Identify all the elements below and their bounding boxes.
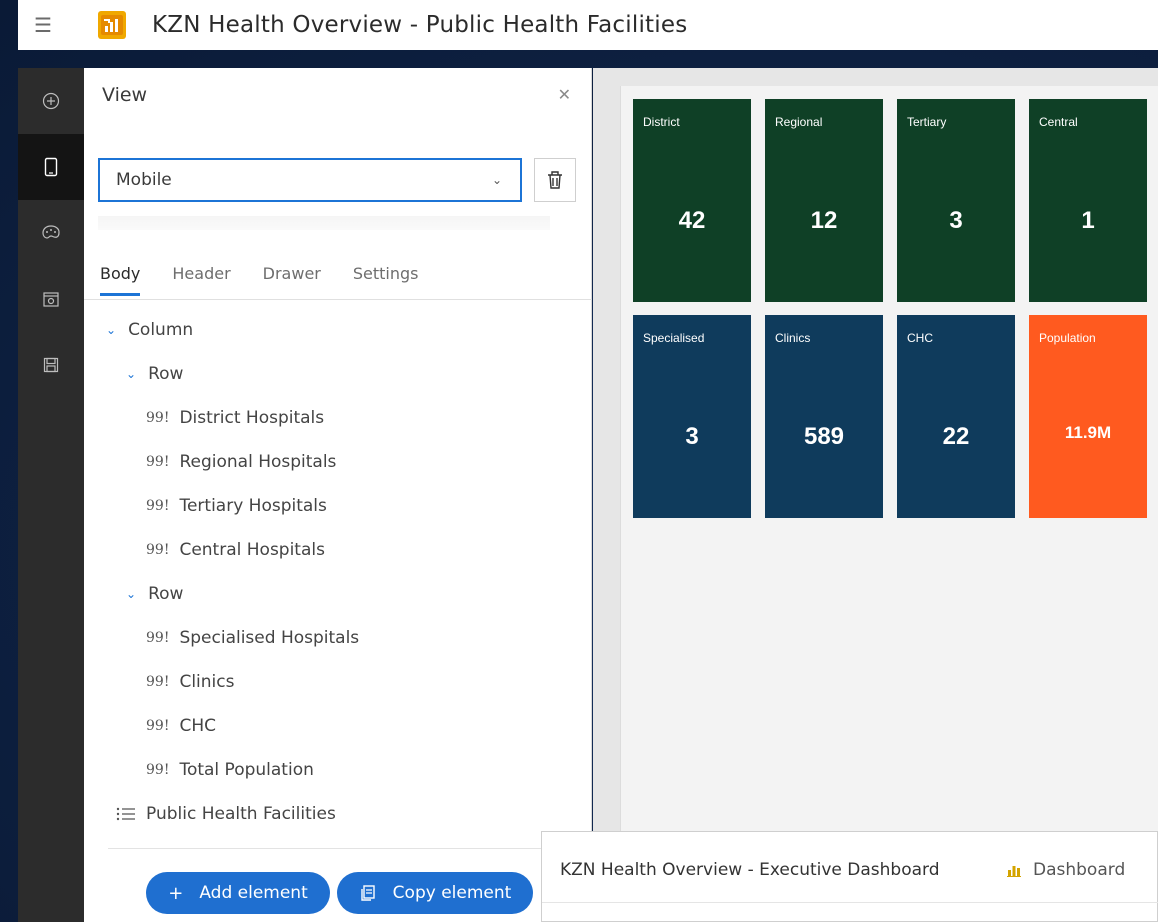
tile-label: Regional — [775, 115, 823, 129]
tile-value: 3 — [685, 423, 699, 450]
tile-label: Specialised — [643, 331, 705, 345]
mobile-icon — [44, 157, 58, 177]
tile-label: Population — [1039, 331, 1096, 345]
rail-preview[interactable] — [18, 266, 84, 332]
rail-add[interactable] — [18, 68, 84, 134]
window-title: KZN Health Overview - Executive Dashboar… — [560, 860, 940, 880]
delete-view-button[interactable] — [534, 158, 576, 202]
indicator-tile-tertiary[interactable]: Tertiary 3 — [897, 99, 1015, 302]
page-title: KZN Health Overview - Public Health Faci… — [152, 12, 688, 38]
rail-theme[interactable] — [18, 200, 84, 266]
tile-value: 3 — [949, 207, 963, 234]
tab-header[interactable]: Header — [172, 264, 230, 296]
tree-item-regional-hospitals[interactable]: 99! Regional Hospitals — [146, 452, 336, 472]
tree-column[interactable]: ⌄ Column — [106, 320, 193, 340]
tab-drawer[interactable]: Drawer — [263, 264, 321, 296]
save-icon — [43, 357, 59, 373]
indicator-icon: 99! — [146, 718, 170, 734]
indicator-icon: 99! — [146, 410, 170, 426]
list-icon — [116, 807, 135, 821]
add-circle-icon — [42, 92, 60, 110]
tabs-divider — [84, 299, 592, 300]
tree-row[interactable]: ⌄ Row — [126, 584, 183, 604]
divider — [542, 902, 1158, 903]
executive-dashboard-window[interactable]: KZN Health Overview - Executive Dashboar… — [541, 831, 1158, 922]
footer-divider — [108, 848, 592, 849]
chevron-down-icon: ⌄ — [491, 173, 502, 187]
palette-icon — [42, 225, 60, 239]
menu-icon[interactable]: ☰ — [18, 13, 68, 38]
dashboard-icon — [1007, 866, 1021, 877]
indicator-tile-specialised[interactable]: Specialised 3 — [633, 315, 751, 518]
indicator-tile-district[interactable]: District 42 — [633, 99, 751, 302]
indicator-icon: 99! — [146, 542, 170, 558]
add-element-button[interactable]: + Add element — [146, 872, 330, 914]
tile-value: 22 — [942, 423, 970, 450]
chevron-down-icon: ⌄ — [106, 323, 117, 337]
indicator-tile-clinics[interactable]: Clinics 589 — [765, 315, 883, 518]
panel-tabs: Body Header Drawer Settings — [100, 264, 451, 296]
indicator-icon: 99! — [146, 630, 170, 646]
tile-label: CHC — [907, 331, 933, 345]
tile-value: 589 — [803, 423, 845, 450]
tree-row[interactable]: ⌄ Row — [126, 364, 183, 384]
item-type: Dashboard — [1007, 860, 1125, 880]
indicator-icon: 99! — [146, 454, 170, 470]
tab-body[interactable]: Body — [100, 264, 141, 296]
tree-item-specialised-hospitals[interactable]: 99! Specialised Hospitals — [146, 628, 359, 648]
tree-item-total-population[interactable]: 99! Total Population — [146, 760, 314, 780]
view-panel: View ✕ Mobile ⌄ Body Header Drawer Setti… — [84, 68, 592, 922]
indicator-tile-regional[interactable]: Regional 12 — [765, 99, 883, 302]
indicator-icon: 99! — [146, 674, 170, 690]
indicator-icon: 99! — [146, 498, 170, 514]
plus-icon: + — [168, 882, 184, 904]
close-icon[interactable]: ✕ — [558, 85, 571, 105]
indicator-tile-chc[interactable]: CHC 22 — [897, 315, 1015, 518]
tile-value: 42 — [678, 207, 706, 234]
copy-icon — [360, 885, 375, 901]
rail-save[interactable] — [18, 332, 84, 398]
tree-item-central-hospitals[interactable]: 99! Central Hospitals — [146, 540, 325, 560]
copy-element-button[interactable]: Copy element — [337, 872, 533, 914]
tile-value: 11.9M — [1064, 423, 1112, 442]
tile-value: 1 — [1081, 207, 1095, 234]
app-header: ☰ KZN Health Overview - Public Health Fa… — [18, 0, 1158, 50]
tree-item-district-hospitals[interactable]: 99! District Hospitals — [146, 408, 324, 428]
view-select[interactable]: Mobile ⌄ — [98, 158, 522, 202]
indicator-tile-population[interactable]: Population 11.9M — [1029, 315, 1147, 518]
chevron-down-icon: ⌄ — [126, 367, 137, 381]
rail-view[interactable] — [18, 134, 84, 200]
tile-label: Clinics — [775, 331, 811, 345]
view-select-value: Mobile — [116, 170, 172, 190]
divider — [98, 216, 550, 230]
indicator-tile-central[interactable]: Central 1 — [1029, 99, 1147, 302]
tree-item-tertiary-hospitals[interactable]: 99! Tertiary Hospitals — [146, 496, 327, 516]
trash-icon — [548, 171, 562, 189]
indicator-icon: 99! — [146, 762, 170, 778]
tree-item-chc[interactable]: 99! CHC — [146, 716, 216, 736]
tab-settings[interactable]: Settings — [353, 264, 419, 296]
tree-item-public-health-facilities[interactable]: Public Health Facilities — [116, 804, 336, 824]
tile-label: Central — [1039, 115, 1078, 129]
dashboard-app-logo-icon — [98, 11, 126, 39]
preview-icon — [43, 292, 59, 307]
tile-label: District — [643, 115, 680, 129]
chevron-down-icon: ⌄ — [126, 587, 137, 601]
tree-item-clinics[interactable]: 99! Clinics — [146, 672, 234, 692]
tile-value: 12 — [810, 207, 838, 234]
panel-title: View — [102, 84, 148, 106]
tile-label: Tertiary — [907, 115, 947, 129]
builder-sidebar — [18, 68, 84, 922]
